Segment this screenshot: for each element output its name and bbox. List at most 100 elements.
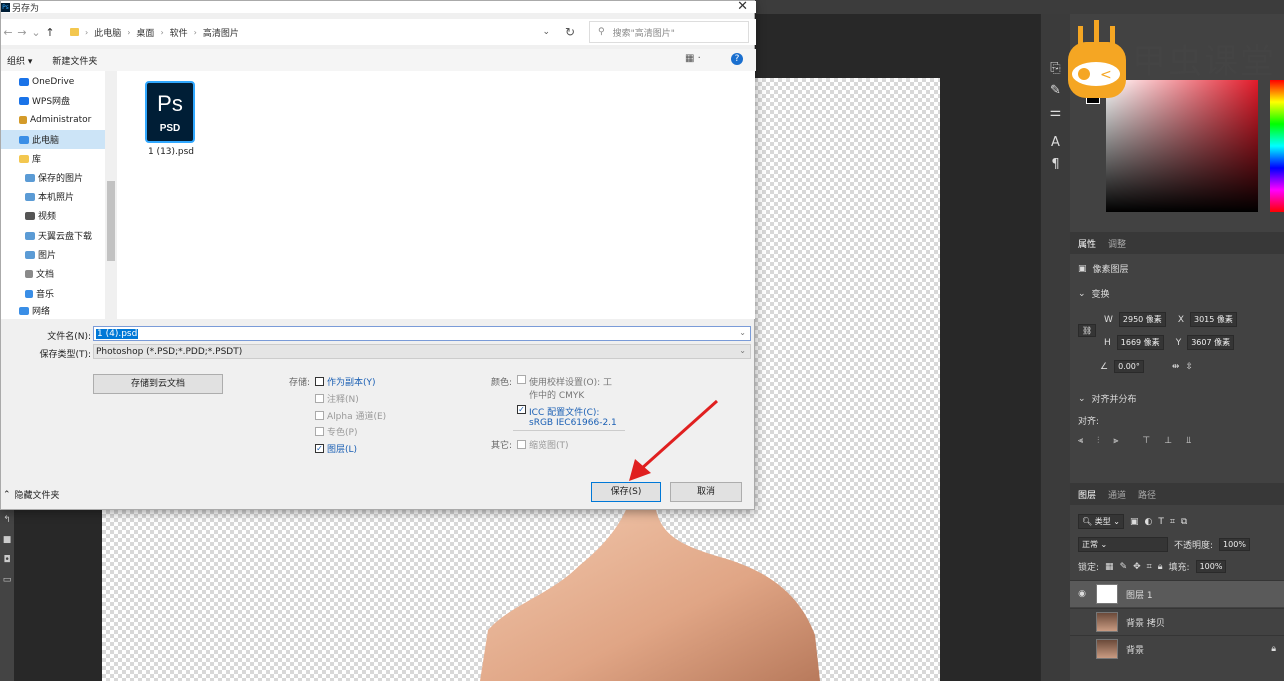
- tools-panel: ↰ ■ ◘ ▭: [0, 505, 14, 681]
- tab-adjustments[interactable]: 调整: [1108, 237, 1126, 250]
- lock-artboard-icon[interactable]: ⌗: [1147, 562, 1152, 572]
- breadcrumb-item[interactable]: 高清图片: [203, 26, 239, 39]
- lock-transparent-icon[interactable]: ▦: [1105, 562, 1114, 572]
- hide-folders-toggle[interactable]: ⌃ 隐藏文件夹: [3, 488, 60, 502]
- y-field[interactable]: 3607 像素: [1187, 335, 1235, 350]
- transform-header[interactable]: ⌄ 变换: [1078, 287, 1110, 301]
- layer-row[interactable]: 背景 🔒︎: [1070, 635, 1284, 662]
- up-arrow-icon[interactable]: ↑: [43, 26, 57, 39]
- tab-properties[interactable]: 属性: [1078, 237, 1096, 250]
- flip-horizontal-icon[interactable]: ⇹: [1172, 362, 1180, 372]
- as-copy-checkbox[interactable]: 作为副本(Y): [315, 375, 376, 388]
- filter-adjust-icon[interactable]: ◐: [1144, 517, 1152, 527]
- x-label: X: [1177, 314, 1184, 325]
- breadcrumb-item[interactable]: 桌面: [136, 26, 154, 39]
- cancel-button[interactable]: 取消: [670, 482, 742, 502]
- align-center-icon[interactable]: ⫶: [1097, 436, 1099, 446]
- filter-shape-icon[interactable]: ⌗: [1170, 517, 1175, 527]
- align-left-icon[interactable]: ⫷: [1078, 436, 1083, 446]
- nav-item-label: OneDrive: [32, 76, 75, 87]
- tab-layers[interactable]: 图层: [1078, 488, 1096, 501]
- filter-smart-icon[interactable]: ⧉: [1181, 517, 1187, 527]
- back-arrow-icon[interactable]: ←: [1, 26, 15, 39]
- psd-file-icon[interactable]: Ps PSD: [145, 81, 195, 143]
- scrollbar-thumb[interactable]: [107, 181, 115, 261]
- swap-colors-icon[interactable]: ↰: [0, 515, 14, 525]
- lock-move-icon[interactable]: ✥: [1133, 562, 1141, 572]
- tab-paths[interactable]: 路径: [1138, 488, 1156, 501]
- filter-pixel-icon[interactable]: ▣: [1130, 517, 1139, 527]
- checkbox-label: ICC 配置文件(C): sRGB IEC61966-2.1: [529, 405, 617, 428]
- align-right-icon[interactable]: ⫸: [1113, 436, 1118, 446]
- breadcrumb-item[interactable]: 此电脑: [94, 26, 121, 39]
- filename-input[interactable]: 1 (4).psd ⌄: [93, 326, 751, 341]
- chevron-down-icon[interactable]: ⌄: [542, 27, 550, 37]
- screen-mode-icon[interactable]: ▭: [0, 575, 14, 585]
- align-top-icon[interactable]: ⊤: [1142, 436, 1150, 446]
- eye-icon[interactable]: ◉: [1076, 589, 1088, 599]
- layer-kind-filter[interactable]: 🔍︎ 类型 ⌄: [1078, 514, 1124, 529]
- icc-profile-checkbox[interactable]: ✓ ICC 配置文件(C): sRGB IEC61966-2.1: [517, 405, 617, 428]
- nav-scrollbar[interactable]: [105, 71, 117, 319]
- foreground-color-icon[interactable]: ■: [0, 535, 14, 545]
- blend-mode-select[interactable]: 正常 ⌄: [1078, 537, 1168, 552]
- refresh-icon[interactable]: ↻: [559, 21, 581, 43]
- filetype-select[interactable]: Photoshop (*.PSD;*.PDD;*.PSDT) ⌄: [93, 344, 751, 359]
- align-bottom-icon[interactable]: ⫫: [1186, 436, 1191, 446]
- nav-item-label: 天翼云盘下载: [38, 232, 93, 242]
- opacity-field[interactable]: 100%: [1219, 538, 1250, 551]
- help-icon[interactable]: ?: [731, 53, 743, 65]
- forward-arrow-icon[interactable]: →: [15, 26, 29, 39]
- checkbox-label: 作为副本(Y): [327, 378, 376, 388]
- align-header[interactable]: ⌄ 对齐并分布: [1078, 392, 1137, 406]
- character-icon[interactable]: A: [1041, 132, 1070, 154]
- layer-row[interactable]: 背景 拷贝: [1070, 608, 1284, 635]
- filter-type-icon[interactable]: T: [1158, 517, 1164, 527]
- new-folder-button[interactable]: 新建文件夹: [52, 54, 97, 67]
- fill-field[interactable]: 100%: [1195, 560, 1227, 573]
- chevron-down-icon[interactable]: ⌄: [739, 328, 746, 337]
- layer-name: 背景 拷贝: [1126, 618, 1165, 629]
- organize-button[interactable]: 组织 ▾: [7, 54, 32, 67]
- save-to-cloud-button[interactable]: 存储到云文档: [93, 374, 223, 394]
- recent-dropdown-icon[interactable]: ⌄: [29, 26, 43, 39]
- quick-mask-icon[interactable]: ◘: [0, 555, 14, 565]
- dialog-title-bar[interactable]: Ps 另存为 ✕: [1, 0, 756, 14]
- search-input[interactable]: ⚲ 搜索"高清图片": [589, 21, 749, 43]
- x-field[interactable]: 3015 像素: [1189, 312, 1237, 327]
- alpha-channels-checkbox[interactable]: Alpha 通道(E): [315, 409, 386, 422]
- view-options-icon[interactable]: ▦ ·: [685, 53, 701, 64]
- save-button[interactable]: 保存(S): [591, 482, 661, 502]
- pixel-layer-icon: ▣: [1078, 263, 1087, 274]
- layers-checkbox[interactable]: ✓ 图层(L): [315, 442, 357, 455]
- lock-all-icon[interactable]: 🔒︎: [1158, 562, 1163, 572]
- file-name[interactable]: 1 (13).psd: [137, 147, 205, 157]
- notes-checkbox[interactable]: 注释(N): [315, 392, 359, 405]
- angle-field[interactable]: 0.00°: [1114, 360, 1144, 373]
- height-field[interactable]: 1669 像素: [1116, 335, 1164, 350]
- width-field[interactable]: 2950 像素: [1118, 312, 1166, 327]
- align-middle-icon[interactable]: ⊥: [1164, 436, 1172, 446]
- folder-icon: [70, 28, 79, 36]
- psd-icon-label: PSD: [159, 123, 181, 134]
- thumbnail-checkbox[interactable]: 缩览图(T): [517, 438, 569, 451]
- close-icon[interactable]: ✕: [737, 0, 748, 14]
- lock-paint-icon[interactable]: ✎: [1120, 562, 1128, 572]
- address-bar[interactable]: › 此电脑 › 桌面 › 软件 › 高清图片 ⌄: [69, 21, 555, 43]
- chevron-down-icon[interactable]: ⌄: [739, 346, 746, 355]
- checkbox-label: Alpha 通道(E): [327, 412, 387, 422]
- properties-tabs: 属性 调整: [1070, 232, 1284, 254]
- link-icon[interactable]: ⛓: [1078, 324, 1097, 337]
- adjustments-icon[interactable]: ⚌: [1041, 102, 1070, 124]
- proof-setup-checkbox[interactable]: 使用校样设置(O): 工 作中的 CMYK: [517, 375, 612, 401]
- tab-channels[interactable]: 通道: [1108, 488, 1126, 501]
- proof-line-1: 使用校样设置(O): 工: [529, 378, 612, 388]
- spot-colors-checkbox[interactable]: 专色(P): [315, 425, 357, 438]
- breadcrumb-item[interactable]: 软件: [170, 26, 188, 39]
- nav-item-this-pc[interactable]: 此电脑: [1, 130, 105, 149]
- paragraph-icon[interactable]: ¶: [1041, 154, 1070, 176]
- lock-icon: 🔒︎: [1271, 644, 1276, 654]
- layer-row[interactable]: ◉ 图层 1: [1070, 580, 1284, 607]
- other-options-label: 其它:: [491, 441, 513, 451]
- flip-vertical-icon[interactable]: ⇳: [1185, 362, 1193, 372]
